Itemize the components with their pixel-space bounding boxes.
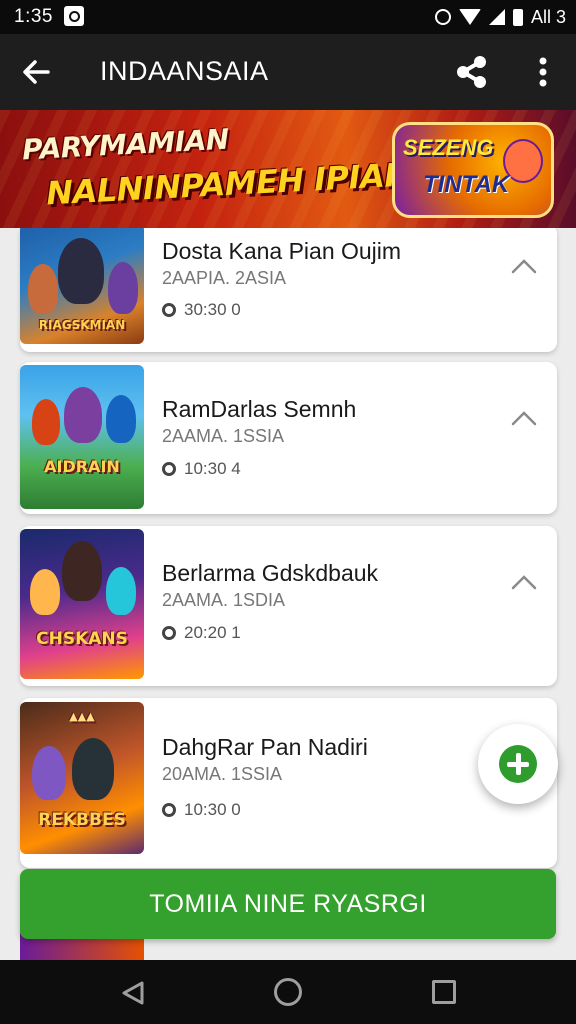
status-icons: All 3 (434, 5, 566, 29)
item-title: RamDarlas Semnh (162, 396, 357, 422)
status-right-text: All 3 (530, 6, 566, 27)
signal-icon (488, 9, 505, 25)
nav-recents-icon[interactable] (432, 980, 456, 1004)
item-meta: 10:30 0 (162, 800, 241, 820)
item-thumbnail: ▲▲▲ REKBBES (20, 702, 144, 854)
add-fab-button[interactable] (478, 724, 558, 804)
item-thumbnail: CHSKANS (20, 529, 144, 679)
item-title: DahgRar Pan Nadiri (162, 734, 368, 760)
list-item[interactable]: RIAGSKMIAN Dosta Kana Pian Oujim 2AAPIA.… (20, 228, 557, 352)
collapse-button[interactable] (509, 254, 539, 278)
collapse-button[interactable] (509, 406, 539, 430)
item-thumbnail: RIAGSKMIAN (20, 228, 144, 344)
plus-icon (499, 745, 537, 783)
nav-back-icon[interactable] (120, 980, 146, 1006)
item-subtitle: 2AAMA. 1SDIA (162, 590, 286, 610)
more-options-button[interactable] (528, 52, 558, 92)
item-meta: 10:30 4 (162, 459, 241, 479)
collapse-button[interactable] (509, 570, 539, 594)
promo-banner[interactable]: PARYMAMIAN NALNINPAMEH IPIARY! SEZENG TI… (0, 110, 576, 228)
item-time: 30:30 0 (184, 300, 241, 319)
item-time: 10:30 0 (184, 800, 241, 819)
thumbnail-label: ▲▲▲ (69, 710, 95, 723)
page-title: INDAANSAIA (100, 56, 269, 86)
banner-logo: SEZENG TINTAK (392, 122, 554, 218)
thumbnail-label: REKBBES (38, 810, 126, 830)
item-meta: 20:20 1 (162, 623, 241, 643)
status-time: 1:35 (14, 6, 53, 27)
battery-icon (512, 8, 523, 26)
chevron-up-icon (511, 575, 537, 590)
more-vertical-icon (539, 57, 547, 87)
arrow-left-icon (23, 60, 50, 84)
logo-text-1: SEZENG (403, 135, 494, 160)
app-bar: INDAANSAIA (0, 34, 576, 110)
thumbnail-label: RIAGSKMIAN (38, 318, 126, 332)
item-time: 20:20 1 (184, 623, 241, 642)
chevron-up-icon (511, 259, 537, 274)
clock-icon (162, 626, 176, 640)
status-bar: 1:35 All 3 (0, 0, 576, 34)
item-meta: 30:30 0 (162, 300, 241, 320)
clock-icon (162, 303, 176, 317)
banner-headline-2: NALNINPAMEH IPIARY! (45, 153, 444, 213)
nav-home-icon[interactable] (274, 978, 302, 1006)
system-nav-bar (0, 960, 576, 1024)
thumbnail-label: CHSKANS (36, 629, 128, 649)
item-subtitle: 2AAMA. 1SSIA (162, 426, 285, 446)
chevron-up-icon (511, 411, 537, 426)
wifi-icon (458, 9, 481, 25)
item-title: Dosta Kana Pian Oujim (162, 238, 402, 264)
item-subtitle: 20AMA. 1SSIA (162, 764, 283, 784)
content-list[interactable]: RIAGSKMIAN Dosta Kana Pian Oujim 2AAPIA.… (0, 228, 576, 960)
logo-text-2: TINTAK (423, 171, 510, 198)
share-button[interactable] (452, 52, 492, 92)
primary-action-button[interactable]: TOMIIA NINE RYASRGI (20, 869, 556, 939)
item-thumbnail: AIDRAIN (20, 365, 144, 509)
clock-icon (162, 462, 176, 476)
clock-icon (162, 803, 176, 817)
item-time: 10:30 4 (184, 459, 241, 478)
item-title: Berlarma Gdskdbauk (162, 560, 379, 586)
thumbnail-label: AIDRAIN (44, 457, 120, 476)
alarm-icon (434, 9, 451, 25)
banner-headline-1: PARYMAMIAN (21, 122, 230, 167)
notification-icon (64, 6, 84, 26)
back-button[interactable] (18, 54, 58, 90)
list-item[interactable]: CHSKANS Berlarma Gdskdbauk 2AAMA. 1SDIA … (20, 526, 557, 686)
share-icon (457, 56, 486, 88)
list-item[interactable]: AIDRAIN RamDarlas Semnh 2AAMA. 1SSIA 10:… (20, 362, 557, 514)
list-item[interactable]: ▲▲▲ REKBBES DahgRar Pan Nadiri 20AMA. 1S… (20, 698, 557, 868)
item-subtitle: 2AAPIA. 2ASIA (162, 268, 287, 288)
